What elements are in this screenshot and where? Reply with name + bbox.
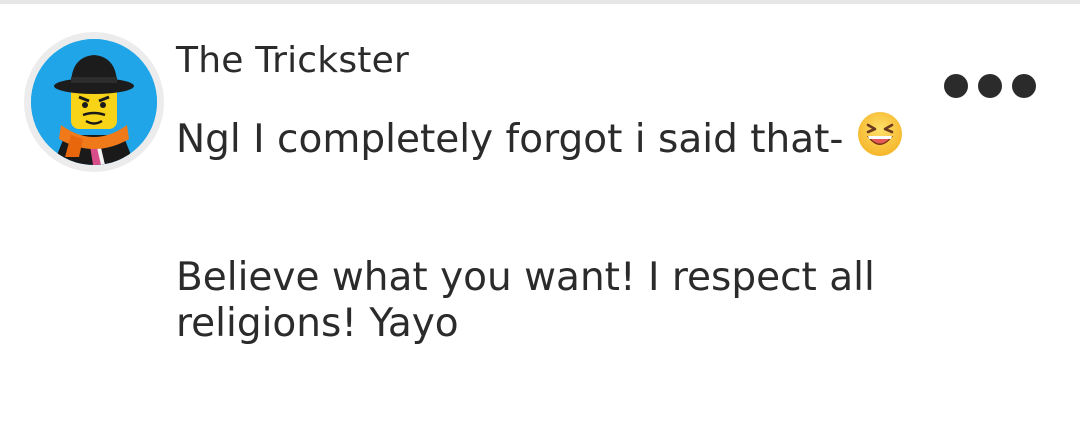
more-dots-icon: [944, 74, 968, 98]
comment-card: The Trickster Ngl I completely forgot i …: [0, 4, 1080, 426]
comment-paragraph-2: Believe what you want! I respect all rel…: [176, 255, 875, 346]
more-dots-icon: [978, 74, 1002, 98]
comment-paragraph-1: Ngl I completely forgot i said that-: [176, 110, 936, 163]
more-dots-icon: [1012, 74, 1036, 98]
laughing-face-emoji-icon: [856, 110, 904, 158]
more-options-button[interactable]: [940, 66, 1040, 106]
avatar[interactable]: [24, 32, 164, 172]
comment-line-1-text: Ngl I completely forgot i said that-: [176, 117, 844, 162]
lego-minifigure-avatar-icon: [31, 39, 157, 165]
comment-body: Ngl I completely forgot i said that- Bel…: [176, 110, 936, 347]
comment-author[interactable]: The Trickster: [176, 40, 409, 82]
